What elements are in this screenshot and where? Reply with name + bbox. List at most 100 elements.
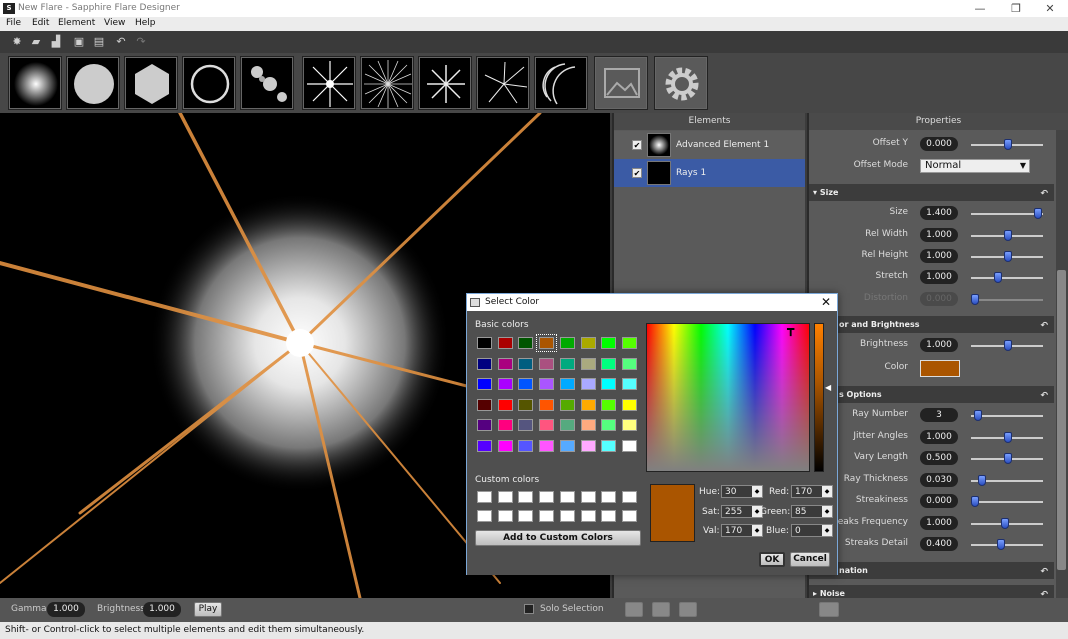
basic-color-swatch[interactable] bbox=[601, 439, 617, 452]
slider-knob[interactable] bbox=[1004, 251, 1012, 262]
section-options[interactable]: s Options ↶ bbox=[809, 386, 1054, 403]
streaks-element-button[interactable] bbox=[418, 56, 472, 110]
brightness-input[interactable]: 1.000 bbox=[143, 602, 181, 617]
properties-scrollbar[interactable] bbox=[1056, 130, 1068, 598]
prop-slider[interactable] bbox=[971, 251, 1043, 262]
prop-value[interactable]: 1.000 bbox=[920, 338, 958, 352]
reset-icon[interactable]: ↶ bbox=[1040, 587, 1048, 598]
prop-slider[interactable] bbox=[971, 474, 1043, 486]
basic-color-swatch[interactable] bbox=[497, 378, 513, 390]
custom-color-swatch[interactable] bbox=[580, 491, 596, 503]
basic-color-swatch[interactable] bbox=[580, 398, 596, 411]
basic-color-swatch[interactable] bbox=[477, 419, 492, 431]
undo-icon[interactable]: ↶ bbox=[114, 35, 128, 49]
element-row-rays[interactable]: ✔ Rays 1 bbox=[614, 159, 805, 187]
slider-knob[interactable] bbox=[974, 410, 983, 421]
basic-color-swatch[interactable] bbox=[621, 357, 637, 370]
prop-slider[interactable] bbox=[971, 340, 1043, 351]
basic-color-swatch[interactable] bbox=[621, 419, 637, 431]
basic-color-swatch[interactable] bbox=[539, 419, 555, 431]
prop-value[interactable]: 1.000 bbox=[920, 515, 958, 530]
prop-slider[interactable] bbox=[971, 517, 1043, 529]
basic-color-swatch[interactable] bbox=[518, 337, 534, 349]
ok-button[interactable]: OK bbox=[759, 552, 785, 567]
prop-value[interactable]: 0.400 bbox=[920, 537, 958, 551]
menu-edit[interactable]: Edit bbox=[32, 18, 49, 28]
slider-knob[interactable] bbox=[1000, 517, 1009, 529]
new-icon[interactable]: ✸ bbox=[10, 35, 24, 49]
custom-color-swatch[interactable] bbox=[601, 491, 617, 503]
basic-color-swatch[interactable] bbox=[601, 378, 617, 390]
basic-color-swatch[interactable] bbox=[601, 337, 617, 349]
slider-knob[interactable] bbox=[1004, 139, 1012, 150]
basic-color-swatch[interactable] bbox=[539, 439, 555, 452]
prop-slider[interactable] bbox=[971, 139, 1043, 150]
basic-color-swatch[interactable] bbox=[559, 439, 575, 452]
ring-element-button[interactable] bbox=[182, 56, 236, 110]
minimize-button[interactable]: — bbox=[960, 0, 1000, 17]
prop-slider[interactable] bbox=[971, 539, 1043, 550]
custom-color-swatch[interactable] bbox=[539, 510, 555, 522]
save-icon[interactable]: ▣ bbox=[72, 35, 86, 49]
hexagon-element-button[interactable] bbox=[124, 56, 178, 110]
solo-selection-checkbox[interactable] bbox=[524, 604, 534, 614]
basic-color-swatch[interactable] bbox=[518, 357, 534, 370]
reset-icon[interactable]: ↶ bbox=[1040, 318, 1048, 335]
slider-knob[interactable] bbox=[1004, 453, 1012, 464]
blue-spinbox[interactable]: 0 ◆ bbox=[791, 524, 833, 537]
reset-icon[interactable]: ↶ bbox=[1040, 186, 1048, 203]
multi-circle-element-button[interactable] bbox=[240, 56, 294, 110]
basic-color-swatch[interactable] bbox=[497, 419, 513, 431]
basic-color-swatch[interactable] bbox=[601, 357, 617, 370]
basic-color-swatch[interactable] bbox=[580, 337, 596, 349]
custom-color-swatch[interactable] bbox=[559, 491, 575, 503]
color-swatch[interactable] bbox=[920, 360, 960, 377]
slider-knob[interactable] bbox=[971, 496, 979, 507]
settings-gear-button[interactable] bbox=[654, 56, 708, 110]
prop-slider[interactable] bbox=[971, 431, 1043, 443]
offset-mode-select[interactable]: Normal ▼ bbox=[920, 159, 1030, 173]
basic-color-swatch[interactable] bbox=[559, 378, 575, 390]
basic-color-swatch[interactable] bbox=[580, 357, 596, 370]
slider-knob[interactable] bbox=[1004, 340, 1012, 351]
circle-element-button[interactable] bbox=[66, 56, 120, 110]
basic-color-swatch[interactable] bbox=[559, 419, 575, 431]
save-as-icon[interactable]: ▤ bbox=[92, 35, 106, 49]
prop-value[interactable]: 0.000 bbox=[920, 494, 958, 508]
basic-color-swatch[interactable] bbox=[601, 398, 617, 411]
slider-knob[interactable] bbox=[994, 272, 1003, 283]
basic-color-swatch[interactable] bbox=[621, 337, 637, 349]
section-noise[interactable]: ▸ Noise ↶ bbox=[809, 585, 1054, 598]
reset-icon[interactable]: ↶ bbox=[1040, 388, 1048, 405]
star-rays-element-button[interactable] bbox=[302, 56, 356, 110]
basic-color-swatch[interactable] bbox=[539, 357, 555, 370]
basic-color-swatch[interactable] bbox=[477, 337, 492, 349]
prop-value[interactable]: 1.000 bbox=[920, 429, 958, 444]
element-visible-checkbox[interactable]: ✔ bbox=[632, 168, 642, 178]
copy-element-icon[interactable] bbox=[679, 602, 697, 617]
hue-saturation-picker[interactable]: ┳ bbox=[646, 322, 810, 472]
prop-value[interactable]: 3 bbox=[920, 408, 958, 422]
close-window-button[interactable]: ✕ bbox=[1030, 0, 1068, 17]
slider-knob[interactable] bbox=[997, 539, 1006, 550]
basic-color-swatch[interactable] bbox=[580, 378, 596, 390]
basic-color-swatch[interactable] bbox=[601, 419, 617, 431]
section-color-brightness[interactable]: or and Brightness ↶ bbox=[809, 316, 1054, 333]
scrollbar-thumb[interactable] bbox=[1057, 270, 1066, 570]
basic-color-swatch[interactable] bbox=[536, 334, 558, 352]
section-size[interactable]: ▾ Size ↶ bbox=[809, 184, 1054, 201]
prop-value[interactable]: 0.500 bbox=[920, 451, 958, 465]
spin-arrows-icon[interactable]: ◆ bbox=[822, 506, 832, 517]
basic-color-swatch[interactable] bbox=[477, 439, 492, 452]
prop-value[interactable]: 0.000 bbox=[920, 137, 958, 151]
prop-slider[interactable] bbox=[971, 272, 1043, 283]
basic-color-swatch[interactable] bbox=[621, 398, 637, 411]
basic-color-swatch[interactable] bbox=[621, 378, 637, 390]
basic-color-swatch[interactable] bbox=[477, 398, 492, 411]
basic-color-swatch[interactable] bbox=[580, 439, 596, 452]
prop-slider[interactable] bbox=[971, 230, 1043, 241]
sat-spinbox[interactable]: 255 ◆ bbox=[721, 505, 763, 518]
custom-color-swatch[interactable] bbox=[497, 510, 513, 522]
spin-arrows-icon[interactable]: ◆ bbox=[822, 486, 832, 497]
sparkle-rays-element-button[interactable] bbox=[476, 56, 530, 110]
